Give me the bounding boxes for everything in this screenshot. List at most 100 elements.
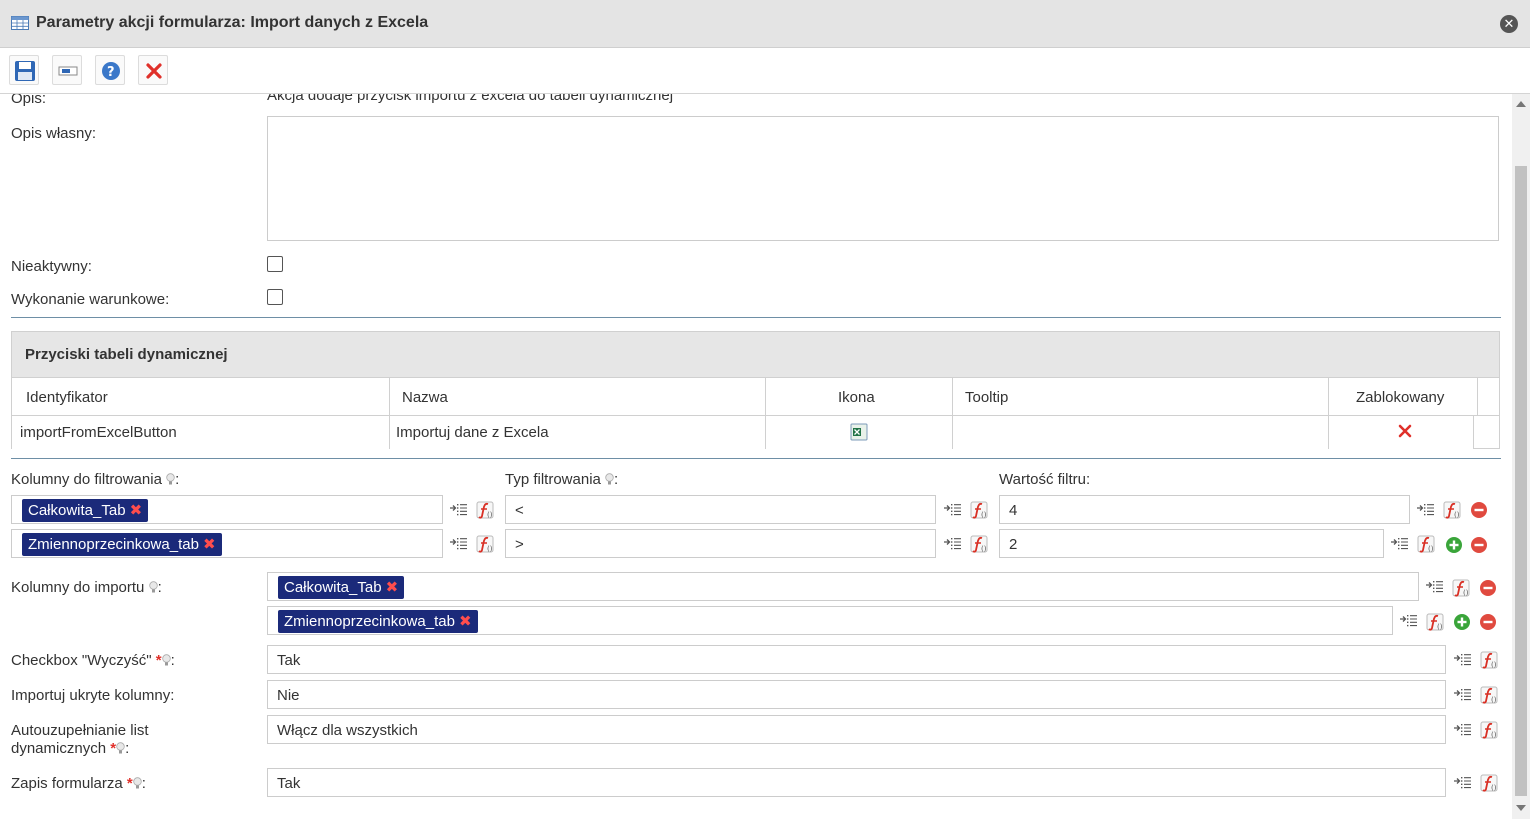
- edit-icon[interactable]: [449, 535, 469, 555]
- table-cell-nazwa[interactable]: Importuj dane z Excela: [390, 416, 766, 449]
- warunkowe-checkbox[interactable]: [267, 289, 283, 305]
- remove-row-icon[interactable]: [1478, 578, 1498, 598]
- checkbox-wyczysc-select[interactable]: Tak: [267, 645, 1446, 674]
- filter-type-field[interactable]: >: [505, 529, 936, 558]
- field-icon: [58, 66, 78, 76]
- edit-icon[interactable]: [1399, 612, 1419, 632]
- remove-row-icon[interactable]: [1478, 612, 1498, 632]
- hint-bulb-icon[interactable]: [605, 473, 614, 485]
- edit-icon[interactable]: [943, 501, 963, 521]
- edit-icon[interactable]: [1453, 774, 1473, 794]
- hint-bulb-icon[interactable]: [148, 581, 158, 593]
- panel-title: Przyciski tabeli dynamicznej: [25, 346, 228, 363]
- add-row-icon[interactable]: [1444, 535, 1464, 555]
- col-header-zablokowany[interactable]: Zablokowany: [1329, 378, 1478, 416]
- function-icon[interactable]: [475, 500, 495, 520]
- filter-column-field[interactable]: Zmiennoprzecinkowa_tab ✖: [11, 529, 443, 558]
- function-icon[interactable]: [1479, 720, 1499, 740]
- field-button[interactable]: [52, 55, 82, 85]
- opis-label: Opis:: [11, 94, 47, 107]
- remove-row-icon[interactable]: [1469, 535, 1489, 555]
- remove-row-icon[interactable]: [1469, 500, 1489, 520]
- dialog-title: Parametry akcji formularza: Import danyc…: [36, 14, 429, 31]
- function-icon[interactable]: [1479, 773, 1499, 793]
- import-column-field[interactable]: Całkowita_Tab ✖: [267, 572, 1419, 601]
- col-header-tooltip[interactable]: Tooltip: [953, 378, 1329, 416]
- buttons-table-panel: Przyciski tabeli dynamicznej Identyfikat…: [11, 331, 1500, 449]
- dialog-title-bar: Parametry akcji formularza: Import danyc…: [0, 0, 1530, 48]
- edit-icon[interactable]: [943, 535, 963, 555]
- column-tag: Całkowita_Tab ✖: [278, 576, 405, 599]
- column-tag: Zmiennoprzecinkowa_tab ✖: [22, 533, 222, 556]
- hint-bulb-icon[interactable]: [161, 654, 171, 666]
- function-icon[interactable]: [475, 534, 495, 554]
- scroll-down-icon[interactable]: [1516, 805, 1526, 811]
- import-column-field[interactable]: Zmiennoprzecinkowa_tab ✖: [267, 606, 1393, 635]
- function-icon[interactable]: [1425, 612, 1445, 632]
- cancel-button[interactable]: [138, 55, 168, 85]
- help-button[interactable]: ?: [95, 55, 125, 85]
- filter-columns-label: Kolumny do filtrowania :: [11, 471, 180, 488]
- col-header-nazwa[interactable]: Nazwa: [390, 378, 766, 416]
- opis-wlasny-label: Opis własny:: [11, 125, 97, 142]
- vertical-scrollbar[interactable]: [1512, 94, 1530, 819]
- cancel-icon: [146, 63, 162, 79]
- opis-value: Akcja dodaje przycisk importu z excela d…: [267, 94, 674, 104]
- function-icon[interactable]: [1442, 500, 1462, 520]
- remove-tag-icon[interactable]: ✖: [203, 536, 216, 553]
- cell-id: importFromExcelButton: [20, 424, 177, 441]
- hint-bulb-icon[interactable]: [116, 742, 125, 754]
- filter-column-field[interactable]: Całkowita_Tab ✖: [11, 495, 443, 524]
- table-cell-ikona[interactable]: [766, 416, 953, 449]
- filter-type-label: Typ filtrowania :: [505, 471, 619, 488]
- hint-bulb-icon[interactable]: [132, 777, 142, 789]
- filter-value-label: Wartość filtru:: [999, 471, 1091, 488]
- delete-icon[interactable]: [1398, 424, 1412, 438]
- hint-bulb-icon[interactable]: [166, 473, 175, 485]
- form-save-label: Zapis formularza *:: [11, 775, 146, 792]
- column-tag: Zmiennoprzecinkowa_tab ✖: [278, 610, 478, 633]
- opis-wlasny-textarea[interactable]: [267, 116, 1499, 241]
- import-hidden-select[interactable]: Nie: [267, 680, 1446, 709]
- filter-value-field[interactable]: 4: [999, 495, 1410, 524]
- filter-value-field[interactable]: 2: [999, 529, 1384, 558]
- excel-icon: [850, 423, 868, 441]
- function-icon[interactable]: [969, 500, 989, 520]
- edit-icon[interactable]: [1453, 651, 1473, 671]
- scroll-thumb[interactable]: [1515, 166, 1527, 796]
- table-row[interactable]: importFromExcelButton: [12, 416, 390, 449]
- edit-icon[interactable]: [449, 501, 469, 521]
- col-header-filler: [1478, 378, 1499, 416]
- save-button[interactable]: [9, 55, 39, 85]
- edit-icon[interactable]: [1416, 501, 1436, 521]
- nieaktywny-checkbox[interactable]: [267, 256, 283, 272]
- edit-icon[interactable]: [1453, 721, 1473, 741]
- col-header-identyfikator[interactable]: Identyfikator: [12, 378, 390, 416]
- edit-icon[interactable]: [1390, 535, 1410, 555]
- col-header-ikona[interactable]: Ikona: [766, 378, 953, 416]
- filter-type-field[interactable]: <: [505, 495, 936, 524]
- remove-tag-icon[interactable]: ✖: [386, 579, 399, 596]
- table-cell-tooltip[interactable]: [953, 416, 1329, 449]
- save-icon: [15, 61, 35, 81]
- autocomplete-label: Autouzupełnianie list dynamicznych *:: [11, 722, 149, 757]
- form-save-select[interactable]: Tak: [267, 768, 1446, 797]
- function-icon[interactable]: [969, 534, 989, 554]
- edit-icon[interactable]: [1453, 686, 1473, 706]
- add-row-icon[interactable]: [1452, 612, 1472, 632]
- edit-icon[interactable]: [1425, 578, 1445, 598]
- toolbar: ?: [0, 48, 1530, 94]
- close-icon[interactable]: ✕: [1500, 15, 1518, 33]
- remove-tag-icon[interactable]: ✖: [459, 613, 472, 630]
- column-tag: Całkowita_Tab ✖: [22, 499, 149, 522]
- function-icon[interactable]: [1416, 534, 1436, 554]
- autocomplete-select[interactable]: Włącz dla wszystkich: [267, 715, 1446, 744]
- function-icon[interactable]: [1479, 685, 1499, 705]
- function-icon[interactable]: [1451, 578, 1471, 598]
- svg-text:?: ?: [107, 65, 115, 80]
- function-icon[interactable]: [1479, 650, 1499, 670]
- table-cell-zablokowany[interactable]: [1329, 416, 1474, 449]
- remove-tag-icon[interactable]: ✖: [130, 502, 143, 519]
- scroll-up-icon[interactable]: [1516, 101, 1526, 107]
- import-hidden-label: Importuj ukryte kolumny:: [11, 687, 175, 704]
